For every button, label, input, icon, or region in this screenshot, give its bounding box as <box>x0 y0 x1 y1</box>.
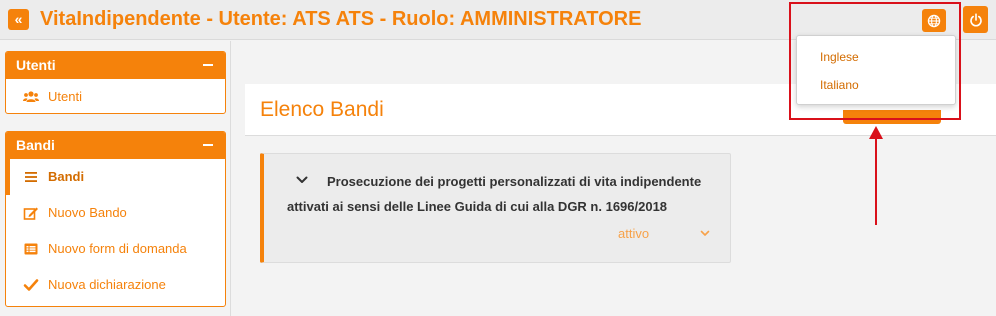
sidebar-item-bandi[interactable]: Bandi <box>6 159 225 195</box>
status-badge: attivo <box>618 226 650 241</box>
app-title: VitaIndipendente - Utente: ATS ATS - Ruo… <box>40 8 642 30</box>
panel-bandi: Bandi Bandi Nuovo Bando Nuovo form di do… <box>5 131 226 307</box>
collapse-sidebar-button[interactable]: « <box>8 9 29 30</box>
collapse-panel-icon[interactable] <box>203 64 213 66</box>
check-icon <box>23 279 39 291</box>
page-title: Elenco Bandi <box>260 98 384 121</box>
sidebar-item-utenti[interactable]: Utenti <box>6 79 225 113</box>
sidebar-item-label: Bandi <box>48 169 85 184</box>
collapse-panel-icon[interactable] <box>203 144 213 146</box>
chevron-down-icon[interactable] <box>700 230 710 237</box>
panel-title: Bandi <box>16 137 55 153</box>
panel-utenti: Utenti Utenti <box>5 51 226 114</box>
form-list-icon <box>24 243 38 255</box>
sidebar-item-label: Nuovo form di domanda <box>48 241 187 256</box>
annotation-arrow-line <box>875 138 877 225</box>
panel-header-utenti[interactable]: Utenti <box>6 52 225 79</box>
panel-header-bandi[interactable]: Bandi <box>6 132 225 159</box>
list-icon <box>25 172 37 182</box>
annotation-highlight-box <box>789 2 961 120</box>
power-icon <box>969 12 982 27</box>
edit-icon <box>23 207 38 220</box>
logout-button[interactable] <box>963 6 988 33</box>
sidebar-item-label: Nuovo Bando <box>48 205 127 220</box>
sidebar-item-nuova-dichiarazione[interactable]: Nuova dichiarazione <box>6 267 225 303</box>
bando-card[interactable]: Prosecuzione dei progetti personalizzati… <box>260 153 731 263</box>
sidebar-item-nuovo-bando[interactable]: Nuovo Bando <box>6 195 225 231</box>
panel-title: Utenti <box>16 57 56 73</box>
bando-title: Prosecuzione dei progetti personalizzati… <box>287 174 702 214</box>
sidebar-item-label: Utenti <box>48 89 82 104</box>
users-icon <box>23 91 39 102</box>
sidebar: Utenti Utenti Bandi Bandi Nuovo Bando Nu… <box>0 41 231 316</box>
sidebar-item-label: Nuova dichiarazione <box>48 277 166 292</box>
sidebar-item-nuovo-form[interactable]: Nuovo form di domanda <box>6 231 225 267</box>
